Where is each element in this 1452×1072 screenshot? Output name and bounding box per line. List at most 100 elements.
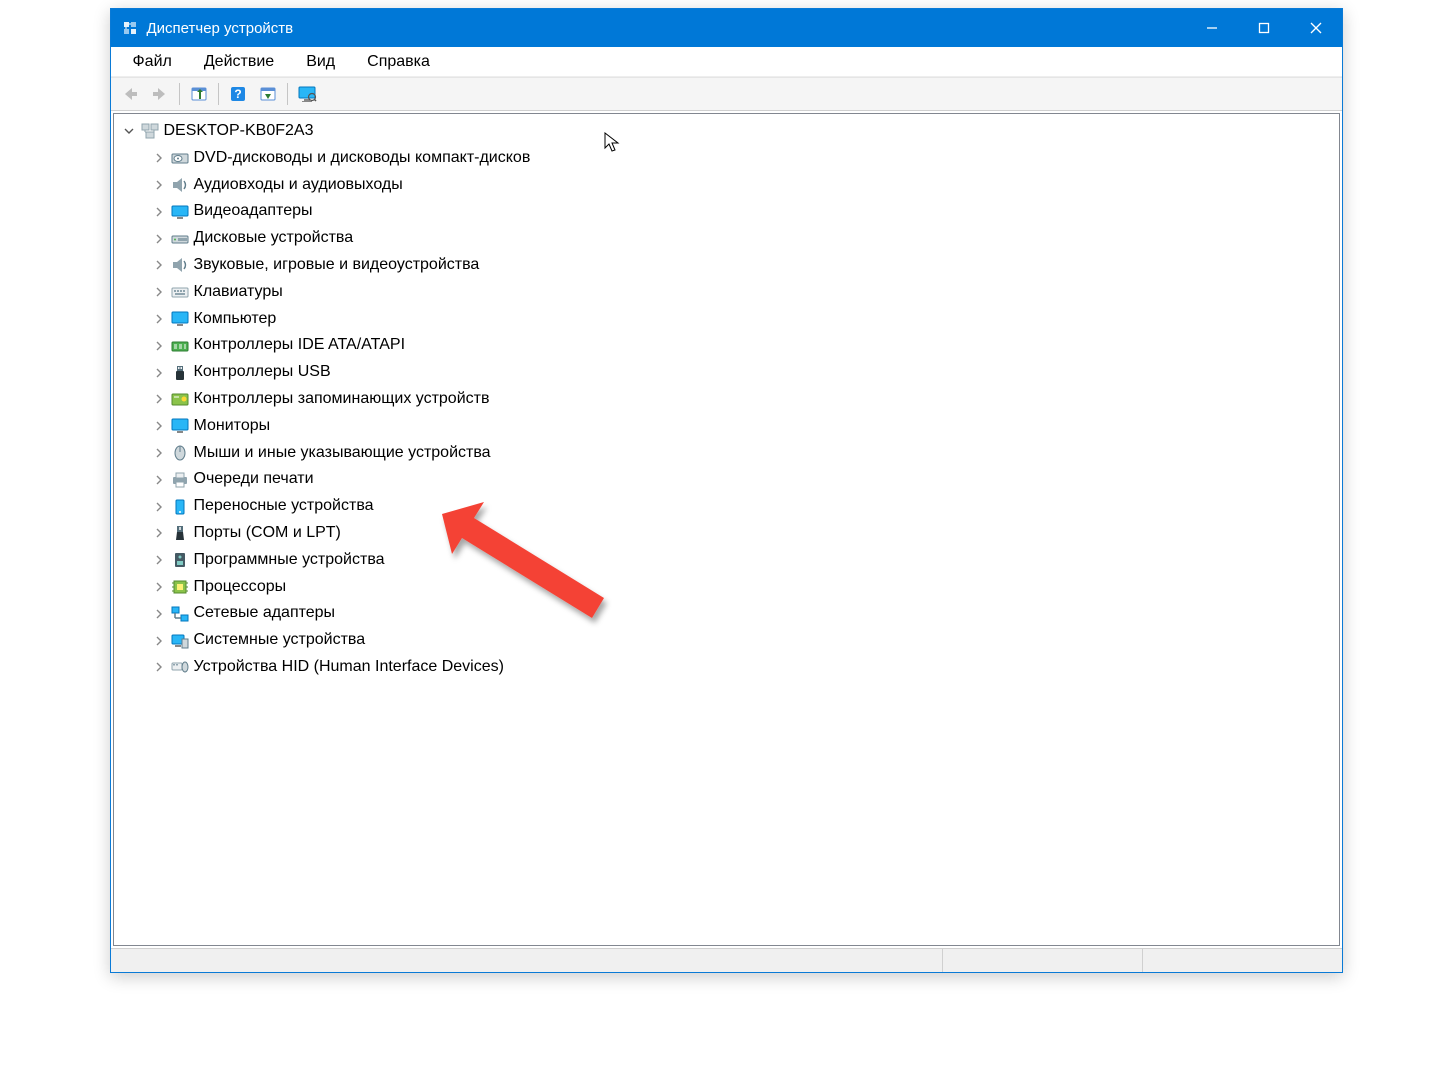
tree-node-label: Порты (COM и LPT) [194,521,341,546]
audio-icon [170,176,190,194]
status-segment [111,949,942,972]
expand-toggle-icon[interactable] [122,124,136,138]
tree-node-label: Контроллеры IDE ATA/ATAPI [194,333,406,358]
expand-toggle-icon[interactable] [152,580,166,594]
toolbar-separator [218,83,219,105]
tree-pane[interactable]: DESKTOP-KB0F2A3 DVD-дисководы и дисковод… [113,113,1340,946]
expand-toggle-icon[interactable] [152,473,166,487]
tree-node-label: DVD-дисководы и дисководы компакт-дисков [194,146,531,171]
tree-node-label: Аудиовходы и аудиовыходы [194,173,403,198]
hid-icon [170,658,190,676]
toolbar-properties-button[interactable] [185,81,213,107]
tree-node-label: Дисковые устройства [194,226,354,251]
tree-node-label: Системные устройства [194,628,366,653]
tree-node-label: Компьютер [194,307,277,332]
expand-toggle-icon[interactable] [152,660,166,674]
tree-node-label: Процессоры [194,575,287,600]
tree-node[interactable]: Мониторы [152,413,1339,440]
statusbar [111,948,1342,972]
tree-node[interactable]: Устройства HID (Human Interface Devices) [152,654,1339,681]
tree-node[interactable]: Компьютер [152,306,1339,333]
tree-node[interactable]: Порты (COM и LPT) [152,520,1339,547]
app-icon [121,19,139,37]
computer-icon [140,122,160,140]
tree-node[interactable]: Процессоры [152,574,1339,601]
titlebar: Диспетчер устройств [111,9,1342,47]
portable-icon [170,498,190,516]
tree-node[interactable]: Контроллеры USB [152,359,1339,386]
menu-action[interactable]: Действие [190,49,288,75]
toolbar-monitor-button[interactable] [293,81,321,107]
close-button[interactable] [1290,9,1342,47]
tree-node[interactable]: Аудиовходы и аудиовыходы [152,172,1339,199]
audio-icon [170,256,190,274]
tree-node[interactable]: Контроллеры запоминающих устройств [152,386,1339,413]
tree-node[interactable]: Видеоадаптеры [152,198,1339,225]
expand-toggle-icon[interactable] [152,500,166,514]
display-icon [170,203,190,221]
tree-node[interactable]: Сетевые адаптеры [152,600,1339,627]
tree-node-label: Клавиатуры [194,280,283,305]
tree-node[interactable]: Клавиатуры [152,279,1339,306]
tree-node[interactable]: Программные устройства [152,547,1339,574]
expand-toggle-icon[interactable] [152,446,166,460]
monitor-icon [170,310,190,328]
disc-icon [170,149,190,167]
menubar: Файл Действие Вид Справка [111,47,1342,77]
toolbar-scan-button[interactable] [254,81,282,107]
expand-toggle-icon[interactable] [152,178,166,192]
cursor-icon [604,132,622,158]
keyboard-icon [170,283,190,301]
expand-toggle-icon[interactable] [152,526,166,540]
expand-toggle-icon[interactable] [152,339,166,353]
expand-toggle-icon[interactable] [152,151,166,165]
cpu-icon [170,578,190,596]
toolbar-back-button[interactable] [116,81,144,107]
hdd-icon [170,230,190,248]
window-frame: Диспетчер устройств Файл Действие Вид Сп… [110,8,1343,973]
expand-toggle-icon[interactable] [152,312,166,326]
tree-node[interactable]: Мыши и иные указывающие устройства [152,440,1339,467]
svg-text:?: ? [234,87,241,101]
menu-file[interactable]: Файл [119,49,186,75]
ide-icon [170,337,190,355]
tree-node[interactable]: Дисковые устройства [152,225,1339,252]
minimize-button[interactable] [1186,9,1238,47]
expand-toggle-icon[interactable] [152,392,166,406]
usb-icon [170,364,190,382]
expand-toggle-icon[interactable] [152,285,166,299]
software-icon [170,551,190,569]
tree-node[interactable]: Контроллеры IDE ATA/ATAPI [152,332,1339,359]
tree-node[interactable]: DVD-дисководы и дисководы компакт-дисков [152,145,1339,172]
expand-toggle-icon[interactable] [152,634,166,648]
tree-node[interactable]: Звуковые, игровые и видеоустройства [152,252,1339,279]
tree-node-label: Контроллеры запоминающих устройств [194,387,490,412]
tree-node[interactable]: Очереди печати [152,466,1339,493]
expand-toggle-icon[interactable] [152,232,166,246]
menu-view[interactable]: Вид [292,49,349,75]
tree-node[interactable]: Переносные устройства [152,493,1339,520]
tree-node-label: Мониторы [194,414,271,439]
tree-node-label: Сетевые адаптеры [194,601,336,626]
expand-toggle-icon[interactable] [152,607,166,621]
status-segment [942,949,1142,972]
expand-toggle-icon[interactable] [152,366,166,380]
expand-toggle-icon[interactable] [152,419,166,433]
tree-node-label: Устройства HID (Human Interface Devices) [194,655,504,680]
toolbar-forward-button[interactable] [146,81,174,107]
tree-root-node[interactable]: DESKTOP-KB0F2A3 [122,118,1339,145]
tree-root-label: DESKTOP-KB0F2A3 [164,119,314,144]
menu-help[interactable]: Справка [353,49,444,75]
maximize-button[interactable] [1238,9,1290,47]
status-segment [1142,949,1342,972]
tree-node[interactable]: Системные устройства [152,627,1339,654]
tree-node-label: Мыши и иные указывающие устройства [194,441,491,466]
expand-toggle-icon[interactable] [152,205,166,219]
mouse-icon [170,444,190,462]
expand-toggle-icon[interactable] [152,553,166,567]
storage-icon [170,390,190,408]
tree-node-label: Очереди печати [194,467,314,492]
toolbar-help-button[interactable]: ? [224,81,252,107]
expand-toggle-icon[interactable] [152,258,166,272]
window-title: Диспетчер устройств [147,20,294,37]
